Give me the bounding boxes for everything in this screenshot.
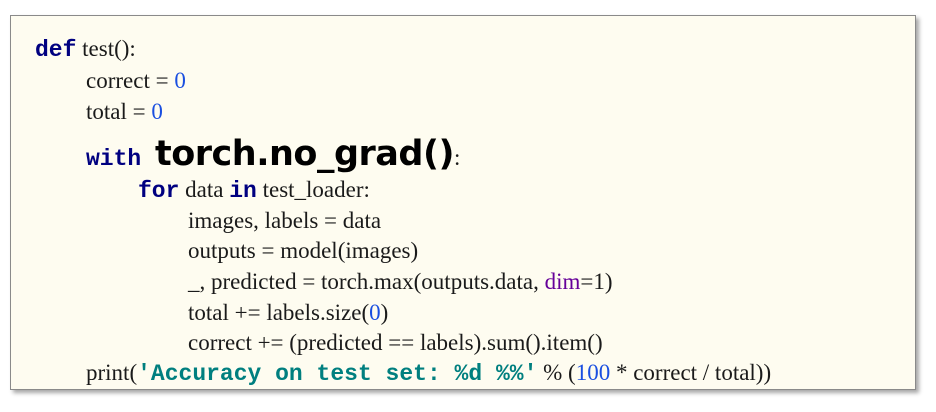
code-text: * correct / total)) bbox=[610, 360, 772, 385]
number-literal: 0 bbox=[174, 68, 186, 93]
code-text: =1) bbox=[580, 269, 613, 294]
code-text: test_loader: bbox=[256, 177, 370, 202]
code-text: images, labels = data bbox=[188, 208, 382, 233]
code-text: total = bbox=[86, 99, 152, 124]
highlighted-call: torch.no_grad() bbox=[155, 134, 454, 174]
string-literal: 'Accuracy on test set: %d %%' bbox=[137, 361, 538, 387]
code-line-10: correct += (predicted == labels).sum().i… bbox=[188, 328, 603, 358]
keyword-with: with bbox=[86, 146, 156, 172]
code-line-6: images, labels = data bbox=[188, 206, 381, 236]
number-literal: 0 bbox=[369, 300, 381, 325]
code-text: ) bbox=[380, 300, 389, 325]
keyword-in: in bbox=[229, 178, 257, 204]
number-literal: 0 bbox=[151, 99, 163, 124]
code-text: data bbox=[179, 177, 230, 202]
code-line-8: _, predicted = torch.max(outputs.data, d… bbox=[188, 267, 613, 297]
code-line-7: outputs = model(images) bbox=[188, 236, 418, 266]
code-text: correct += (predicted == labels).sum().i… bbox=[188, 330, 603, 355]
number-literal: 100 bbox=[575, 360, 611, 385]
code-text: outputs = model(images) bbox=[188, 238, 419, 263]
keyword-for: for bbox=[138, 178, 180, 204]
keyword-argument: dim bbox=[544, 269, 581, 294]
code-block: def test(): correct = 0 total = 0 with t… bbox=[10, 15, 916, 390]
code-line-9: total += labels.size(0) bbox=[188, 298, 388, 328]
keyword-def: def bbox=[35, 37, 77, 63]
code-text: total += labels.size( bbox=[188, 300, 370, 325]
code-line-11: print('Accuracy on test set: %d %%' % (1… bbox=[86, 358, 771, 389]
code-text: test(): bbox=[76, 36, 136, 61]
code-text: : bbox=[453, 145, 461, 170]
code-line-2: correct = 0 bbox=[86, 66, 186, 96]
code-text: correct = bbox=[86, 68, 175, 93]
code-text: % ( bbox=[537, 360, 576, 385]
code-line-4: with torch.no_grad(): bbox=[86, 134, 460, 179]
code-text: print( bbox=[86, 360, 138, 385]
code-line-1: def test(): bbox=[35, 34, 136, 65]
code-text: _, predicted = torch.max(outputs.data, bbox=[188, 269, 545, 294]
code-line-5: for data in test_loader: bbox=[138, 175, 370, 206]
code-line-3: total = 0 bbox=[86, 97, 163, 127]
